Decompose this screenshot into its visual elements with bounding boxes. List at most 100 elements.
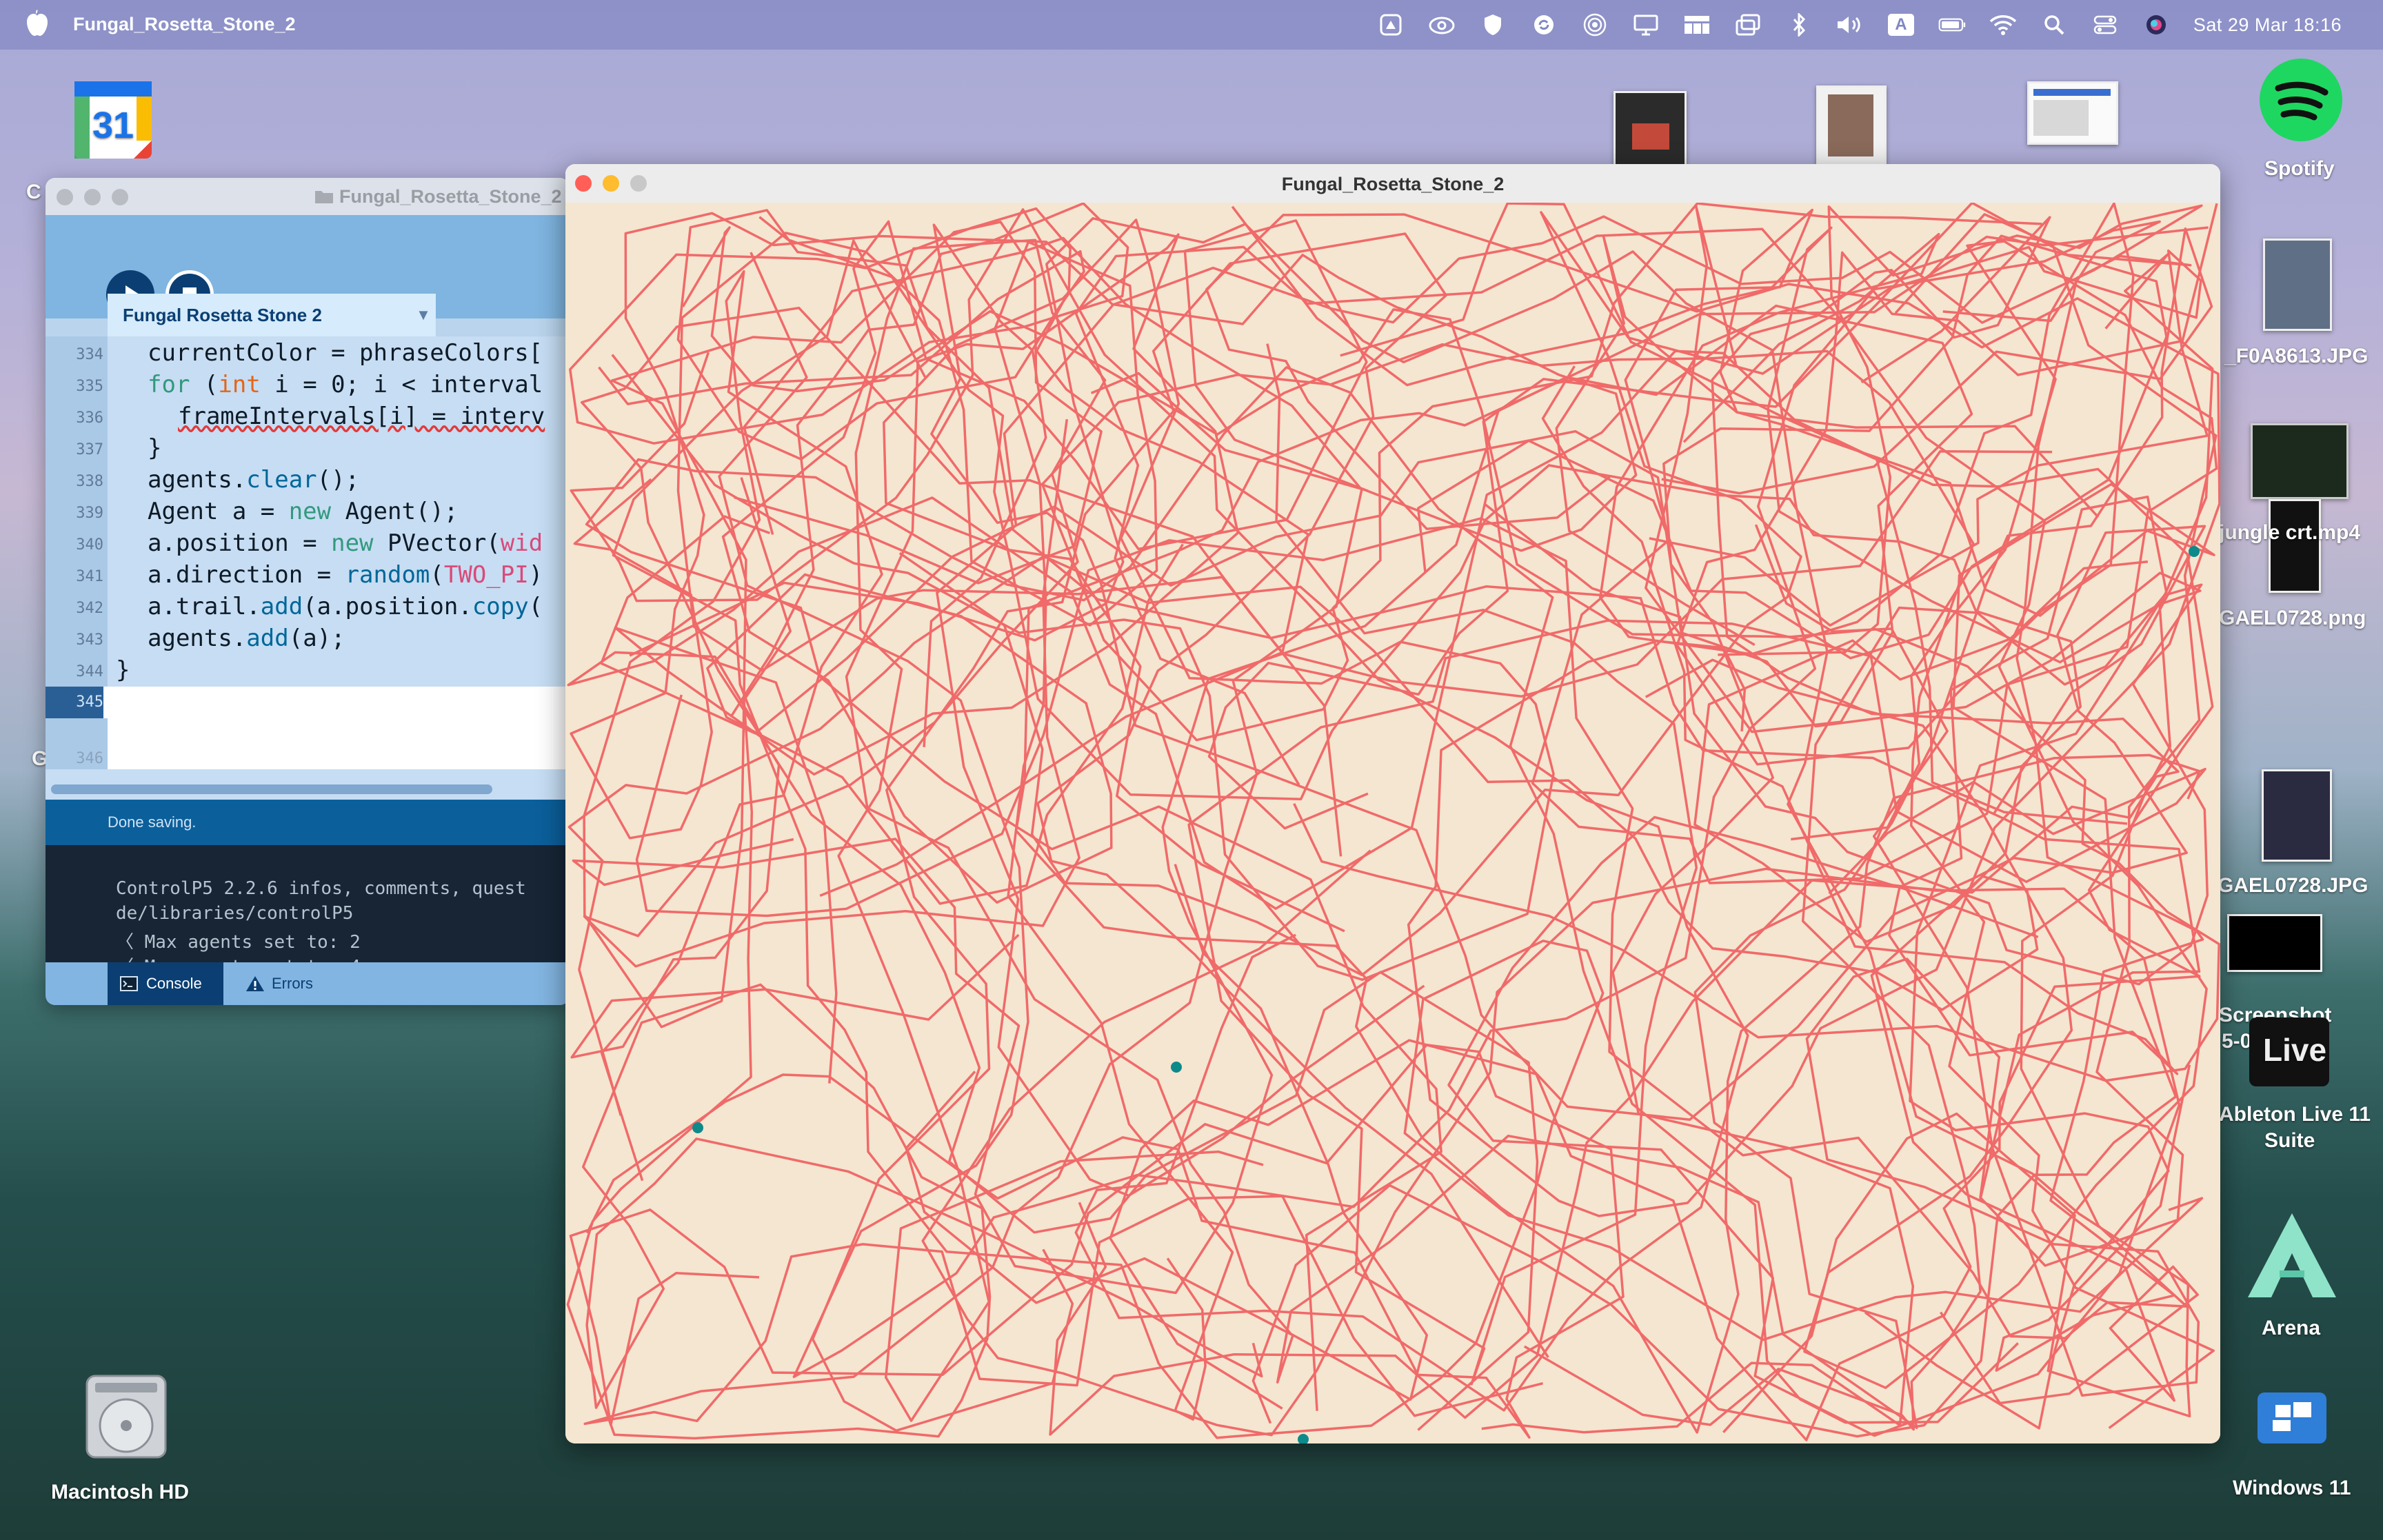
sketch-tab[interactable]: Fungal Rosetta Stone 2 (108, 294, 411, 336)
code-line[interactable]: 337} (46, 433, 570, 465)
windows11-label: Windows 11 (2233, 1477, 2351, 1499)
folder-icon (315, 191, 333, 203)
jungle-label: jungle crt.mp4 (2219, 521, 2361, 544)
app-name-menu[interactable]: Fungal_Rosetta_Stone_2 (73, 14, 296, 35)
line-number: 335 (76, 378, 103, 395)
gutter-tail: 346 (46, 727, 108, 769)
line-number: 334 (76, 346, 103, 363)
code-line[interactable]: 341 a.direction = random(TWO_PI) (46, 560, 570, 591)
warning-icon (246, 976, 264, 991)
desktop-label-partial-c: C (26, 181, 41, 203)
agent-dot (692, 1122, 703, 1133)
code-line[interactable]: 339 Agent a = new Agent(); (46, 496, 570, 528)
status-icons: A Sat 29 Mar 18:16 (1377, 8, 2342, 41)
code-editor[interactable]: 334 currentColor = phraseColors[ 335 for (… (46, 336, 570, 727)
sketch-window-title: Fungal_Rosetta_Stone_2 (1281, 174, 1505, 194)
sketch-output-window[interactable]: Fungal_Rosetta_Stone_2 (565, 164, 2220, 1443)
macintosh-hd-label: Macintosh HD (51, 1481, 190, 1503)
code-line[interactable]: 342 a.trail.add(a.position.copy( (46, 591, 570, 623)
gael-png-label: GAEL0728.png (2219, 607, 2366, 629)
shield-icon[interactable] (1479, 13, 1507, 37)
code-blank-area[interactable] (108, 706, 570, 769)
line-number: 343 (76, 631, 103, 649)
editor-minimize-button[interactable] (84, 189, 101, 205)
video-thumbnail-jungle[interactable] (2251, 423, 2349, 499)
input-source-icon[interactable]: A (1887, 13, 1915, 37)
code-line[interactable]: 336 frameIntervals[i] = interv (46, 401, 570, 433)
png-thumbnail-gael[interactable] (2269, 499, 2321, 593)
macintosh-hd-desktop-icon[interactable] (81, 1372, 171, 1468)
menu-bar: Fungal_Rosetta_Stone_2 A Sat 29 Mar 18:1… (0, 0, 2383, 50)
drive-icon[interactable] (1377, 13, 1405, 37)
line-number: 340 (76, 536, 103, 554)
arena-desktop-icon[interactable] (2244, 1210, 2340, 1300)
code-line[interactable]: 335 for (int i = 0; i < interval (46, 369, 570, 401)
spotify-label: Spotify (2264, 157, 2335, 180)
editor-zoom-button[interactable] (112, 189, 128, 205)
agent-dot (1171, 1062, 1182, 1073)
jpg-thumbnail-f0a8613[interactable] (2263, 239, 2332, 331)
sketch-canvas[interactable] (565, 203, 2220, 1443)
tab-menu-arrow[interactable]: ▼ (411, 294, 436, 336)
gael-jpg-label: GAEL0728.JPG (2218, 874, 2369, 897)
editor-titlebar[interactable]: Fungal_Rosetta_Stone_2 (46, 178, 570, 215)
arena-icon (2248, 1213, 2336, 1297)
line-number: 337 (76, 441, 103, 458)
screenshot-thumbnail-2[interactable] (2227, 914, 2322, 972)
editor-close-button[interactable] (57, 189, 73, 205)
windows11-desktop-icon[interactable] (2255, 1388, 2329, 1448)
status-message: Done saving. (46, 800, 570, 845)
wifi-icon[interactable] (1989, 13, 2017, 37)
horizontal-scrollbar[interactable] (46, 769, 570, 800)
display-icon[interactable] (1632, 13, 1660, 37)
errors-tab[interactable]: Errors (233, 962, 343, 1005)
spotify-icon (2260, 59, 2342, 141)
bluetooth-icon[interactable] (1785, 13, 1813, 37)
photo-thumbnail-1[interactable] (1816, 85, 1887, 168)
code-line[interactable]: 340 a.position = new PVector(wid (46, 528, 570, 560)
f0a8613-label: _F0A8613.JPG (2224, 345, 2369, 367)
apple-menu-icon[interactable] (25, 10, 48, 37)
screenshot-thumbnail-1[interactable] (2027, 81, 2118, 145)
calendar-desktop-icon[interactable]: 31 (72, 79, 154, 161)
terminal-icon (120, 976, 138, 991)
console-tab[interactable]: Console (108, 962, 223, 1005)
siri-icon[interactable] (2142, 13, 2170, 37)
line-number: 339 (76, 505, 103, 522)
calendar-day: 31 (92, 105, 134, 146)
line-number: 345 (46, 687, 103, 718)
console-line: ControlP5 2.2.6 infos, comments, quest (116, 878, 526, 899)
code-line[interactable]: 334 currentColor = phraseColors[ (46, 338, 570, 369)
scrollbar-thumb[interactable] (51, 784, 492, 794)
spotlight-search-icon[interactable] (2040, 13, 2068, 37)
battery-icon[interactable] (1938, 13, 1966, 37)
ableton-desktop-icon[interactable]: Live (2249, 1017, 2329, 1086)
spotify-desktop-icon[interactable] (2259, 58, 2343, 142)
hard-drive-icon (86, 1375, 167, 1459)
line-number: 336 (76, 409, 103, 427)
jpg-thumbnail-gael[interactable] (2262, 769, 2332, 862)
code-line[interactable]: 343 agents.add(a); (46, 623, 570, 655)
processing-editor-window[interactable]: Fungal_Rosetta_Stone_2 Fungal Rosetta St… (46, 178, 570, 1005)
ableton-label-line2: Suite (2264, 1129, 2315, 1152)
arena-label: Arena (2262, 1317, 2321, 1339)
video-thumbnail-1[interactable] (1613, 91, 1687, 168)
stage-manager-icon[interactable] (1683, 13, 1711, 37)
windows-icon[interactable] (1734, 13, 1762, 37)
volume-icon[interactable] (1836, 13, 1864, 37)
console-tabs-bar: Console Errors (46, 962, 570, 1005)
code-line[interactable]: 338 agents.clear(); (46, 465, 570, 496)
line-number: 341 (76, 568, 103, 585)
line-number: 342 (76, 600, 103, 617)
ableton-live-text: Live (2263, 1032, 2327, 1068)
menu-clock[interactable]: Sat 29 Mar 18:16 (2193, 14, 2342, 36)
editor-window-title: Fungal_Rosetta_Stone_2 (314, 186, 562, 207)
creative-cloud-icon[interactable] (1428, 13, 1456, 37)
sync-icon[interactable] (1530, 13, 1558, 37)
sketch-titlebar[interactable]: Fungal_Rosetta_Stone_2 (565, 164, 2220, 203)
control-center-icon[interactable] (2091, 13, 2119, 37)
windows11-icon (2258, 1392, 2326, 1443)
line-number: 344 (76, 663, 103, 680)
airdrop-icon[interactable] (1581, 13, 1609, 37)
code-line[interactable]: 344} (46, 655, 570, 687)
